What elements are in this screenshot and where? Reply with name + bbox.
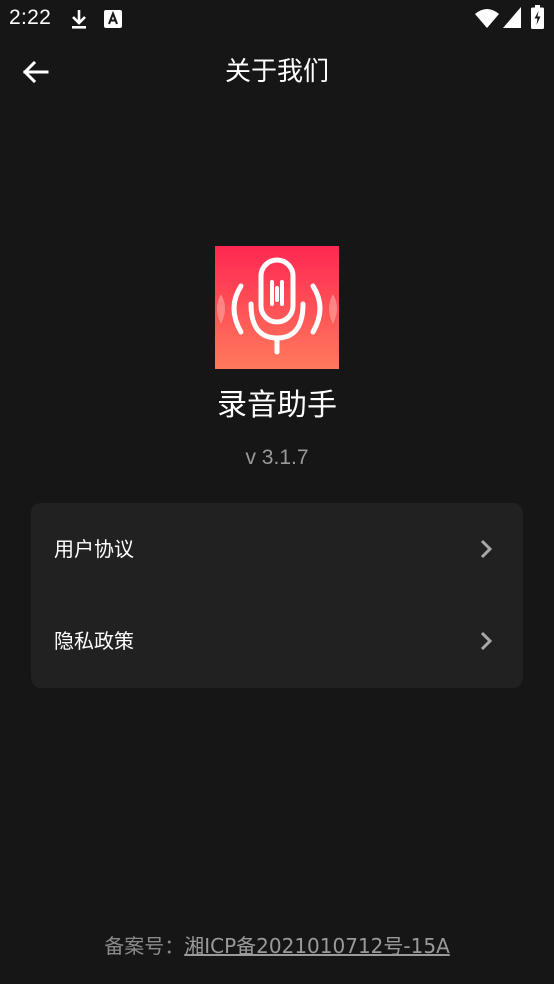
- footer: 备案号：湘ICP备2021010712号-15A: [0, 930, 554, 962]
- microphone-icon: [215, 246, 339, 369]
- signal-icon: [503, 7, 521, 32]
- page-title: 关于我们: [224, 57, 329, 87]
- back-button[interactable]: [14, 52, 56, 92]
- record-label: 备案号：: [104, 934, 185, 958]
- privacy-policy-label: 隐私政策: [54, 629, 134, 653]
- menu-card: 用户协议 隐私政策: [31, 503, 523, 688]
- chevron-right-icon: [479, 538, 493, 564]
- app-logo: [215, 246, 339, 369]
- privacy-policy-item[interactable]: 隐私政策: [31, 595, 523, 687]
- battery-charging-icon: [531, 5, 544, 33]
- keyboard-a-icon: [104, 10, 122, 32]
- chevron-right-icon: [479, 630, 493, 656]
- wifi-icon: [474, 7, 500, 33]
- about-screen: 2:22 关于我们 录音助手 v 3.1.7 用户协议 隐私政策 备案号：湘IC…: [0, 0, 554, 984]
- download-icon: [69, 8, 89, 34]
- status-time: 2:22: [9, 6, 52, 29]
- app-name: 录音助手: [217, 388, 337, 423]
- user-agreement-label: 用户协议: [54, 537, 134, 561]
- icp-record-link[interactable]: 湘ICP备2021010712号-15A: [184, 934, 450, 958]
- app-version: v 3.1.7: [245, 446, 309, 469]
- arrow-left-icon: [22, 60, 49, 84]
- status-bar: 2:22: [0, 0, 554, 38]
- user-agreement-item[interactable]: 用户协议: [31, 503, 523, 595]
